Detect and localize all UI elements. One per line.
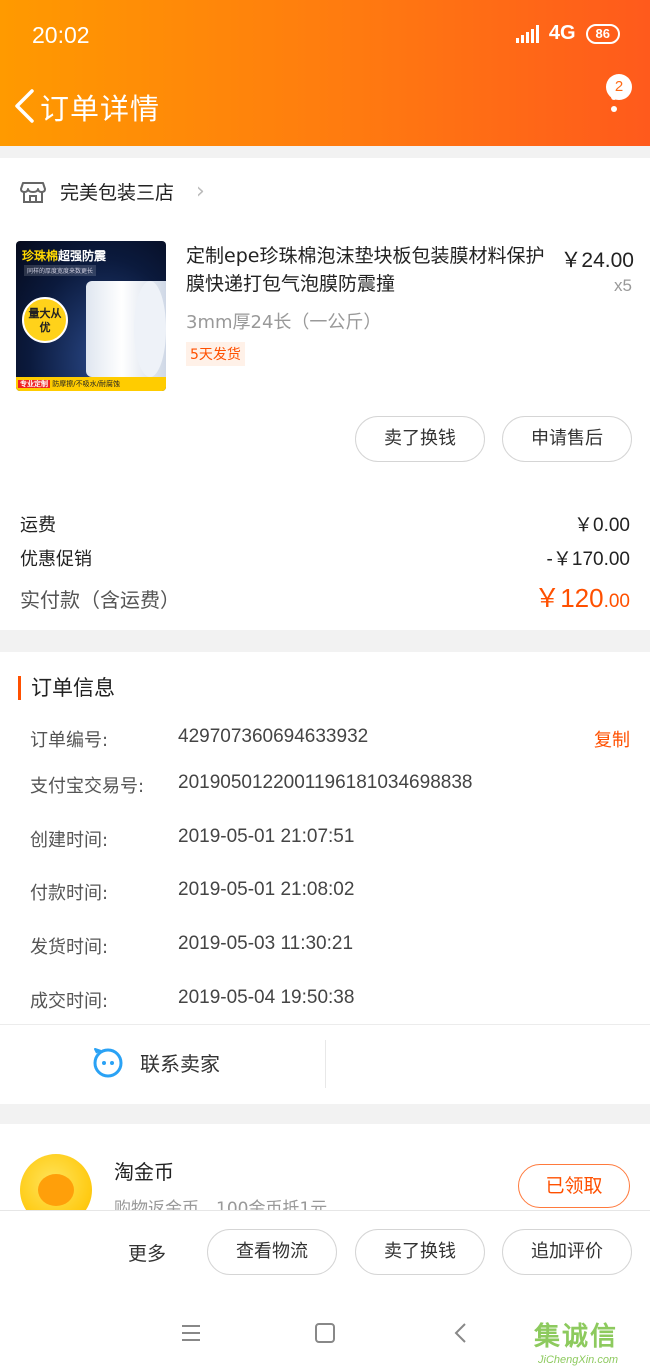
deal-time-label: 成交时间: bbox=[30, 991, 109, 1012]
paid-amount-label: 实付款（含运费） bbox=[20, 588, 180, 612]
chevron-right-icon: › bbox=[196, 179, 205, 204]
shop-row[interactable]: 完美包装三店 › bbox=[20, 178, 205, 205]
status-icons: 4G 86 bbox=[515, 22, 620, 45]
more-button[interactable]: 更多 bbox=[128, 1239, 166, 1266]
sell-for-cash-button[interactable]: 卖了换钱 bbox=[355, 1229, 485, 1275]
product-quantity: x5 bbox=[614, 276, 632, 295]
view-logistics-button[interactable]: 查看物流 bbox=[207, 1229, 337, 1275]
page-title: 订单详情 bbox=[40, 92, 161, 126]
divider bbox=[0, 1024, 650, 1025]
coin-subtitle: 购物返金币，100金币抵1元 bbox=[114, 1199, 328, 1210]
created-time-label: 创建时间: bbox=[30, 830, 109, 851]
image-headline: 珍珠棉超强防震 bbox=[22, 249, 107, 263]
deal-time-value: 2019-05-04 19:50:38 bbox=[178, 987, 355, 1008]
shipped-time-value: 2019-05-03 11:30:21 bbox=[178, 933, 354, 954]
paid-amount-value: ￥120.00 bbox=[534, 583, 630, 613]
button-divider bbox=[325, 1040, 326, 1088]
network-type: 4G bbox=[548, 22, 576, 44]
battery-icon: 86 bbox=[585, 23, 620, 44]
image-subline: 同样的厚度宽度来数更长 bbox=[24, 265, 97, 276]
order-info-card: 订单信息 订单编号: 429707360694633932 复制 支付宝交易号:… bbox=[0, 652, 650, 1104]
order-item-card: 完美包装三店 › 珍珠棉超强防震 同样的厚度宽度来数更长 量大从优 专业定制 防… bbox=[0, 158, 650, 630]
order-number-value: 429707360694633932 bbox=[178, 726, 369, 747]
alipay-value: 2019050122001196181034698838 bbox=[178, 772, 473, 793]
order-number-label: 订单编号: bbox=[30, 730, 109, 751]
paid-time-value: 2019-05-01 21:08:02 bbox=[178, 879, 355, 900]
ship-time-tag: 5天发货 bbox=[186, 342, 245, 366]
order-number-row: 订单编号: 429707360694633932 复制 bbox=[30, 726, 630, 752]
image-footer: 专业定制 防摩擦/不吸水/耐腐蚀 bbox=[16, 377, 166, 391]
created-time-value: 2019-05-01 21:07:51 bbox=[178, 826, 355, 847]
shipping-fee-value: ￥0.00 bbox=[574, 515, 630, 536]
home-icon[interactable] bbox=[310, 1318, 340, 1348]
deal-time-row: 成交时间: 2019-05-04 19:50:38 bbox=[30, 987, 630, 1013]
shipping-fee-label: 运费 bbox=[20, 515, 56, 536]
shipping-fee-row: 运费 ￥0.00 bbox=[20, 510, 630, 537]
shipped-time-row: 发货时间: 2019-05-03 11:30:21 bbox=[30, 933, 630, 959]
add-review-button[interactable]: 追加评价 bbox=[502, 1229, 632, 1275]
signal-icon bbox=[515, 24, 539, 43]
coin-icon bbox=[20, 1154, 92, 1210]
promo-bubble: 量大从优 bbox=[22, 297, 68, 343]
watermark-logo: 集诚信 JiChengXin.com bbox=[534, 1322, 619, 1366]
created-time-row: 创建时间: 2019-05-01 21:07:51 bbox=[30, 826, 630, 852]
sell-button[interactable]: 卖了换钱 bbox=[355, 416, 485, 462]
contact-seller-button[interactable]: 联系卖家 bbox=[92, 1046, 220, 1078]
system-nav-bar: 集诚信 JiChengXin.com bbox=[0, 1294, 650, 1372]
app-header: 20:02 4G 86 订单详情 2 bbox=[0, 0, 650, 146]
paid-time-row: 付款时间: 2019-05-01 21:08:02 bbox=[30, 879, 630, 905]
coin-card: 淘金币 购物返金币，100金币抵1元 已领取 bbox=[0, 1124, 650, 1210]
bottom-action-bar: 更多 查看物流 卖了换钱 追加评价 bbox=[0, 1210, 650, 1294]
chat-face-icon bbox=[93, 1048, 123, 1078]
discount-value: -￥170.00 bbox=[546, 549, 630, 570]
store-icon bbox=[20, 181, 46, 203]
back-arrow-icon[interactable] bbox=[12, 88, 38, 124]
order-info-title: 订单信息 bbox=[18, 676, 115, 700]
paid-time-label: 付款时间: bbox=[30, 883, 109, 904]
alipay-row: 支付宝交易号: 2019050122001196181034698838 bbox=[30, 772, 630, 798]
message-badge: 2 bbox=[606, 74, 632, 100]
alipay-label: 支付宝交易号: bbox=[30, 776, 145, 797]
contact-seller-label: 联系卖家 bbox=[140, 1051, 220, 1076]
shipped-time-label: 发货时间: bbox=[30, 937, 109, 958]
after-sale-button[interactable]: 申请售后 bbox=[502, 416, 632, 462]
product-spec: 3mm厚24长（一公斤） bbox=[186, 312, 382, 333]
product-title[interactable]: 定制epe珍珠棉泡沫垫块板包装膜材料保护膜快递打包气泡膜防震撞 bbox=[186, 242, 546, 298]
claimed-button[interactable]: 已领取 bbox=[518, 1164, 630, 1208]
discount-label: 优惠促销 bbox=[20, 549, 92, 570]
product-image[interactable]: 珍珠棉超强防震 同样的厚度宽度来数更长 量大从优 专业定制 防摩擦/不吸水/耐腐… bbox=[16, 241, 166, 391]
product-price: ￥24.00 bbox=[560, 249, 634, 272]
menu-icon[interactable] bbox=[176, 1318, 206, 1348]
copy-button[interactable]: 复制 bbox=[594, 726, 630, 752]
discount-row: 优惠促销 -￥170.00 bbox=[20, 544, 630, 571]
status-time: 20:02 bbox=[32, 22, 90, 48]
shop-name: 完美包装三店 bbox=[60, 182, 175, 204]
coin-title: 淘金币 bbox=[114, 1160, 174, 1184]
paid-amount-row: 实付款（含运费） ￥120.00 bbox=[20, 578, 630, 615]
back-nav-icon[interactable] bbox=[446, 1318, 476, 1348]
